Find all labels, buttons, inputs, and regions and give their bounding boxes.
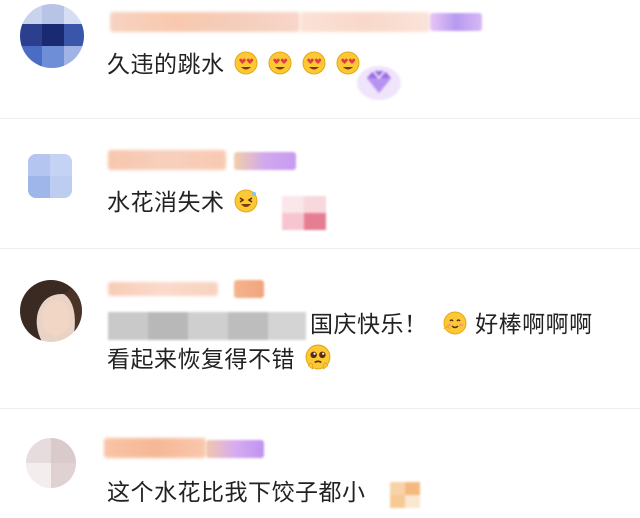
smiling-face-icon	[443, 311, 467, 335]
gem-badge-icon	[357, 66, 401, 100]
comment-divider	[0, 408, 640, 409]
user-avatar[interactable]	[28, 154, 72, 198]
comment-divider	[0, 248, 640, 249]
level-badge	[234, 152, 296, 170]
avatar-photo-icon	[20, 280, 82, 342]
comment-body: 水花消失术	[107, 190, 225, 216]
comment-text: 水花消失术	[107, 188, 258, 218]
user-avatar[interactable]	[20, 4, 84, 68]
comment-text-line2: 看起来恢复得不错	[107, 344, 331, 375]
comment-text: 国庆快乐！ 好棒啊啊啊	[310, 310, 593, 340]
heart-eyes-icon	[268, 51, 292, 75]
comment-item[interactable]: 久违的跳水	[0, 0, 640, 120]
pleading-face-icon	[305, 344, 331, 370]
username-redacted-extra	[300, 12, 430, 32]
comment-item[interactable]: 国庆快乐！ 好棒啊啊啊 看起来恢复得不错	[0, 260, 640, 410]
comment-body-suffix: 好棒啊啊啊	[475, 312, 593, 338]
avatar-pixel-icon	[26, 438, 76, 488]
comment-body: 久违的跳水	[107, 52, 225, 78]
comment-text: 这个水花比我下饺子都小	[107, 478, 366, 508]
avatar-pixel-icon	[28, 154, 72, 198]
username-redacted[interactable]	[104, 438, 206, 458]
heart-eyes-icon	[302, 51, 326, 75]
level-badge	[430, 13, 482, 31]
hand-icon	[390, 482, 420, 508]
redacted-text-block	[108, 312, 306, 340]
avatar-pixel-icon	[20, 4, 84, 68]
level-badge	[206, 440, 264, 458]
username-redacted[interactable]	[108, 282, 218, 296]
user-avatar[interactable]	[20, 280, 82, 342]
redacted-sticker	[282, 196, 326, 230]
user-avatar[interactable]	[26, 438, 76, 488]
comment-list: 久违的跳水 水花消失术 国庆快乐！ 好棒啊啊啊 看起来恢复得不错 这个水花比我下…	[0, 0, 640, 518]
comment-item[interactable]: 这个水花比我下饺子都小	[0, 420, 640, 518]
comment-divider	[0, 118, 640, 119]
username-redacted[interactable]	[110, 12, 300, 32]
comment-body: 国庆快乐！	[310, 312, 428, 338]
comment-body: 看起来恢复得不错	[107, 347, 295, 373]
heart-eyes-icon	[234, 51, 258, 75]
comment-text: 久违的跳水	[107, 50, 360, 80]
comment-body: 这个水花比我下饺子都小	[107, 480, 366, 506]
level-badge	[234, 280, 264, 298]
comment-item[interactable]: 水花消失术	[0, 130, 640, 250]
laughing-face-icon	[234, 189, 258, 213]
username-redacted[interactable]	[108, 150, 226, 170]
